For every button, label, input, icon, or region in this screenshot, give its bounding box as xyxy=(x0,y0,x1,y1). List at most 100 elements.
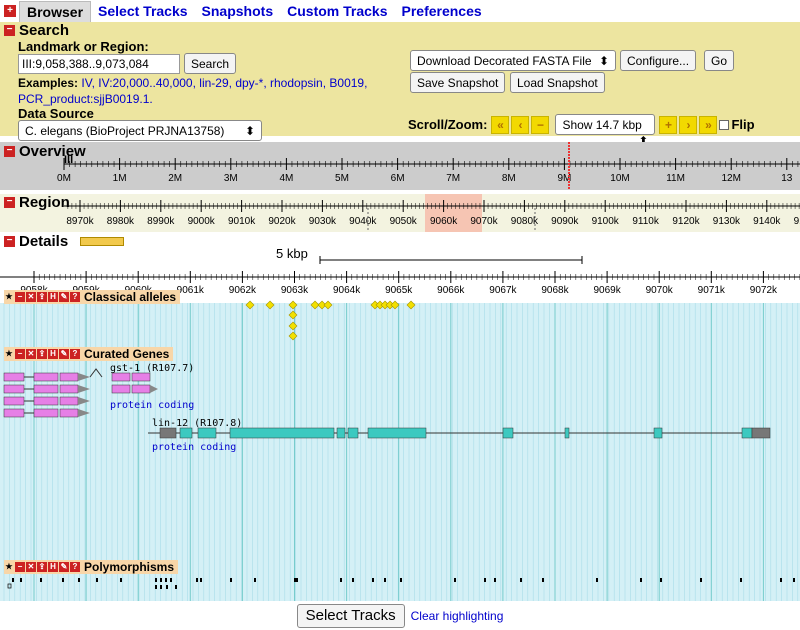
flip-checkbox[interactable] xyxy=(719,119,730,130)
favorite-icon[interactable]: ★ xyxy=(4,349,14,359)
share-icon[interactable]: ⇪ xyxy=(37,562,47,572)
polymorphism-marker xyxy=(160,578,162,582)
example-link[interactable]: PCR_product:sjjB0019.1. xyxy=(18,92,153,106)
zoom-in-icon[interactable]: + xyxy=(659,115,678,134)
close-icon[interactable]: ✕ xyxy=(26,562,36,572)
region-tick-label: 9140k xyxy=(753,216,781,227)
download-icon[interactable]: H xyxy=(48,562,58,572)
configure-icon[interactable]: ✎ xyxy=(59,349,69,359)
region-tick-label: 8990k xyxy=(147,216,175,227)
polymorphism-marker xyxy=(296,578,298,582)
polymorphism-marker xyxy=(96,578,98,582)
go-button[interactable]: Go xyxy=(704,50,735,71)
collapse-icon[interactable]: + xyxy=(4,5,16,17)
favorite-icon[interactable]: ★ xyxy=(4,562,14,572)
section-title: Search xyxy=(19,22,70,39)
region-panel[interactable]: − Region 8970k 8980k 8990k 9000k 9010k 9020k 9… xyxy=(0,194,800,232)
help-icon[interactable]: ? xyxy=(70,562,80,572)
polymorphism-marker xyxy=(196,578,198,582)
region-tick-label: 9060k xyxy=(430,216,458,227)
examples-label: Examples: xyxy=(18,76,79,90)
polymorphism-marker xyxy=(254,578,256,582)
region-tick-label: 9010k xyxy=(228,216,256,227)
download-icon[interactable]: H xyxy=(48,349,58,359)
detail-tick-label: 9072k xyxy=(750,285,778,296)
overview-panel[interactable]: − Overview III 0M 1M 2M 3M 4M 5M 6M 7M 8M 9M 10M 11… xyxy=(0,142,800,190)
example-link[interactable]: IV:20,000..40,000, xyxy=(98,76,196,90)
collapse-icon[interactable]: − xyxy=(4,236,15,247)
tab-bar: + Browser Select Tracks Snapshots Custom… xyxy=(0,0,800,22)
polymorphism-marker xyxy=(78,578,80,582)
search-button[interactable]: Search xyxy=(184,53,237,74)
tab-select-tracks[interactable]: Select Tracks xyxy=(91,1,195,21)
example-link[interactable]: IV, xyxy=(81,76,95,90)
overview-tick-label: 6M xyxy=(391,173,405,184)
example-link[interactable]: rhodopsin, xyxy=(270,76,326,90)
example-link[interactable]: lin-29, xyxy=(199,76,232,90)
overview-tick-label: 12M xyxy=(721,173,740,184)
polymorphism-marker xyxy=(384,578,386,582)
details-panel: 9058k9059k9060k9061k9062k9063k9064k9065k… xyxy=(0,233,800,601)
polymorphism-marker xyxy=(740,578,742,582)
region-tick-label: 9130k xyxy=(713,216,741,227)
scroll-right-icon[interactable]: › xyxy=(679,115,698,134)
polymorphism-marker xyxy=(520,578,522,582)
configure-button[interactable]: Configure... xyxy=(620,50,697,71)
detail-tick-label: 9061k xyxy=(177,285,205,296)
scroll-far-left-icon[interactable]: « xyxy=(491,115,510,134)
polymorphism-marker xyxy=(484,578,486,582)
track-header-polymorphisms: ★ − ✕ ⇪ H ✎ ? Polymorphisms xyxy=(4,560,179,574)
collapse-icon[interactable]: − xyxy=(15,292,25,302)
load-snapshot-button[interactable]: Load Snapshot xyxy=(510,72,605,93)
zoom-select[interactable]: Show 14.7 kbp ⬍ xyxy=(555,114,656,148)
polymorphism-marker xyxy=(400,578,402,582)
zoom-out-icon[interactable]: − xyxy=(531,115,550,134)
collapse-icon[interactable]: − xyxy=(4,25,15,36)
region-tick-label: 9100k xyxy=(592,216,620,227)
gene-type-label: protein coding xyxy=(152,442,237,453)
help-icon[interactable]: ? xyxy=(70,349,80,359)
close-icon[interactable]: ✕ xyxy=(26,292,36,302)
scroll-far-right-icon[interactable]: » xyxy=(699,115,718,134)
track-header-alleles: ★ − ✕ ⇪ H ✎ ? Classical alleles xyxy=(4,290,181,304)
tab-browser[interactable]: Browser xyxy=(19,0,92,22)
polymorphism-marker xyxy=(155,585,157,589)
tab-preferences[interactable]: Preferences xyxy=(395,1,489,21)
landmark-input[interactable] xyxy=(18,54,180,74)
share-icon[interactable]: ⇪ xyxy=(37,349,47,359)
overview-ruler: 0M 1M 2M 3M 4M 5M 6M 7M 8M 9M 10M 11M 12M 13 xyxy=(57,142,800,190)
select-tracks-button[interactable]: Select Tracks xyxy=(296,603,405,628)
region-tick-label: 9120k xyxy=(672,216,700,227)
detail-tick-label: 9063k xyxy=(281,285,309,296)
favorite-icon[interactable]: ★ xyxy=(4,292,14,302)
collapse-icon[interactable]: − xyxy=(15,562,25,572)
data-source-select[interactable]: C. elegans (BioProject PRJNA13758) ⬍ xyxy=(18,120,262,141)
detail-tick-label: 9069k xyxy=(593,285,621,296)
gene-label[interactable]: lin-12 (R107.8) xyxy=(152,418,242,429)
close-icon[interactable]: ✕ xyxy=(26,349,36,359)
configure-icon[interactable]: ✎ xyxy=(59,562,69,572)
region-tick-label: 9050k xyxy=(390,216,418,227)
collapse-icon[interactable]: − xyxy=(15,349,25,359)
save-snapshot-button[interactable]: Save Snapshot xyxy=(410,72,506,93)
tab-custom-tracks[interactable]: Custom Tracks xyxy=(280,1,394,21)
detail-tick-label: 9067k xyxy=(489,285,517,296)
download-icon[interactable]: H xyxy=(48,292,58,302)
example-link[interactable]: B0019, xyxy=(329,76,367,90)
gene-label[interactable]: gst-1 (R107.7) xyxy=(110,363,194,374)
overview-tick-label: 10M xyxy=(610,173,629,184)
help-icon[interactable]: ? xyxy=(70,292,80,302)
polymorphism-marker xyxy=(352,578,354,582)
share-icon[interactable]: ⇪ xyxy=(37,292,47,302)
scale-label: 5 kbp xyxy=(276,246,308,261)
polymorphism-marker xyxy=(160,585,162,589)
tab-snapshots[interactable]: Snapshots xyxy=(195,1,281,21)
detail-tick-label: 9066k xyxy=(437,285,465,296)
download-select[interactable]: Download Decorated FASTA File ⬍ xyxy=(410,50,616,71)
example-link[interactable]: dpy-*, xyxy=(235,76,266,90)
scroll-left-icon[interactable]: ‹ xyxy=(511,115,530,134)
detail-slider-icon[interactable] xyxy=(80,237,124,246)
configure-icon[interactable]: ✎ xyxy=(59,292,69,302)
clear-highlighting-link[interactable]: Clear highlighting xyxy=(411,609,504,623)
gene-type-label: protein coding xyxy=(110,400,195,411)
